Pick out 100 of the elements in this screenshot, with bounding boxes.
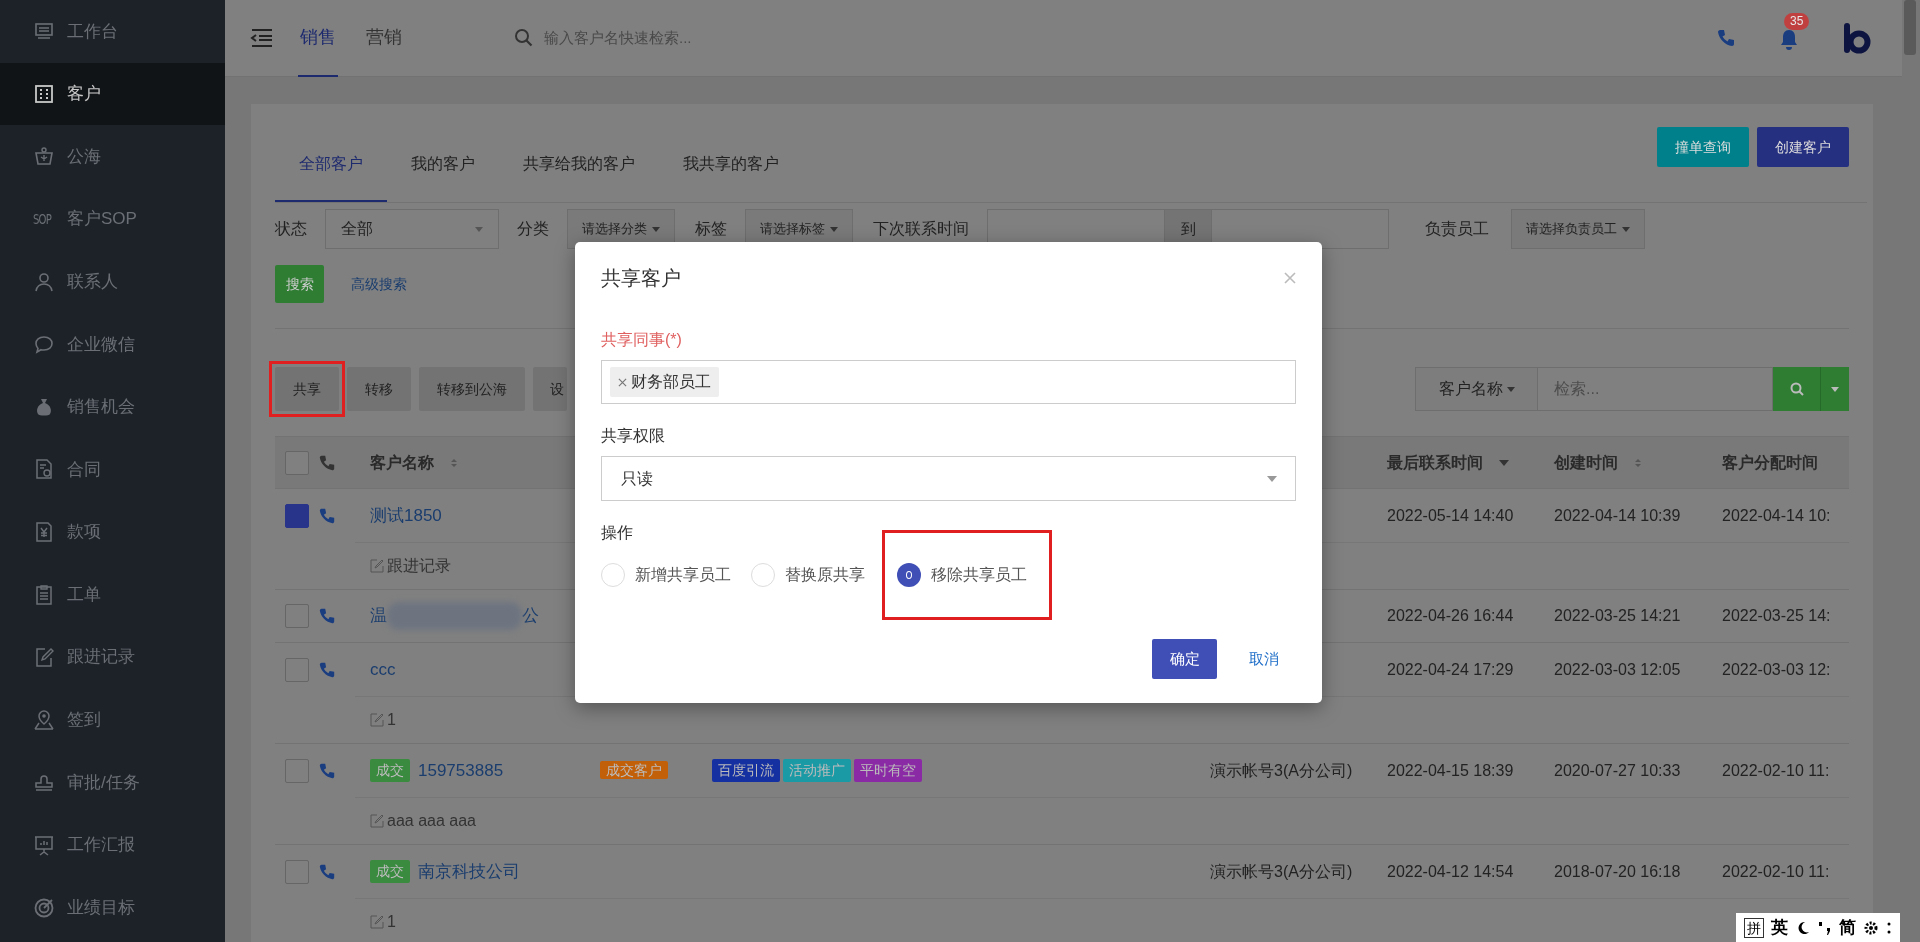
basket-icon	[33, 145, 55, 168]
confirm-button[interactable]: 确定	[1152, 639, 1217, 679]
customer-link[interactable]: ccc	[370, 656, 396, 683]
customer-tab[interactable]: 我共享的客户	[659, 127, 803, 202]
checkbox[interactable]	[285, 503, 309, 528]
label-tag: 平时有空	[854, 759, 922, 782]
nav-tab[interactable]: 销售	[298, 0, 338, 77]
settings-icon[interactable]	[1863, 919, 1879, 936]
filter-dropdown[interactable]: 请选择负责员工	[1511, 209, 1645, 249]
sidebar-item[interactable]: 企业微信	[0, 312, 225, 376]
sidebar-item[interactable]: 合同	[0, 438, 225, 501]
customer-link[interactable]: 测试1850	[370, 502, 442, 529]
search-icon	[514, 28, 534, 48]
checkbox[interactable]	[285, 758, 309, 783]
sidebar-item[interactable]: SOP 客户SOP	[0, 187, 225, 251]
checkbox[interactable]	[285, 604, 309, 628]
sidebar-item[interactable]: 跟进记录	[0, 625, 225, 689]
status-select[interactable]: 全部	[325, 209, 499, 249]
field-dropdown[interactable]: 客户名称	[1415, 367, 1538, 411]
nav-tab[interactable]: 营销	[364, 0, 404, 77]
phone-icon[interactable]	[318, 607, 336, 625]
customer-link[interactable]: 南京科技公司	[418, 858, 520, 885]
filter-label: 状态	[275, 219, 307, 239]
customer-link[interactable]: 公	[522, 603, 539, 629]
scrollbar-thumb[interactable]	[1904, 0, 1916, 55]
chat-bubble-icon	[33, 333, 55, 356]
follow-up-note[interactable]: 1	[387, 910, 396, 934]
filter-label: 标签	[695, 219, 727, 239]
sidebar-item[interactable]: 工作汇报	[0, 813, 225, 877]
menu-icon[interactable]	[250, 28, 274, 48]
clipboard-icon	[33, 583, 55, 606]
checkbox[interactable]	[285, 450, 309, 475]
checkbox[interactable]	[285, 657, 309, 682]
radio-button[interactable]	[897, 563, 921, 587]
customer-link[interactable]: 温	[370, 603, 387, 629]
caret-icon	[830, 226, 838, 232]
caret-icon	[475, 226, 483, 232]
phone-icon[interactable]	[318, 862, 336, 881]
action-button[interactable]: 设	[533, 367, 567, 411]
sidebar-item[interactable]: 客户	[0, 62, 225, 126]
search-button[interactable]: 搜索	[275, 265, 324, 303]
sidebar-item[interactable]: 工单	[0, 563, 225, 626]
customer-link[interactable]: 159753885	[418, 757, 504, 784]
permission-select[interactable]: 只读	[601, 456, 1296, 501]
sidebar-item[interactable]: 审批/任务	[0, 751, 225, 814]
close-icon[interactable]	[1284, 272, 1296, 284]
phone-icon[interactable]	[318, 660, 336, 679]
sort-icon[interactable]	[450, 457, 458, 468]
phone-icon[interactable]	[1716, 28, 1736, 48]
customer-tab[interactable]: 全部客户	[275, 127, 387, 202]
create-button[interactable]: 创建客户	[1757, 127, 1849, 167]
filter-label: 负责员工	[1425, 219, 1489, 239]
follow-up-note[interactable]: aaa aaa aaa	[387, 809, 476, 833]
action-button[interactable]: 转移到公海	[419, 367, 525, 411]
column-header[interactable]: 客户分配时间	[1722, 450, 1818, 475]
field-label: 共享权限	[601, 426, 666, 446]
edit-icon	[370, 559, 384, 573]
sidebar-item[interactable]: 销售机会	[0, 375, 225, 439]
sidebar-item[interactable]: 公海	[0, 125, 225, 188]
column-header[interactable]: 创建时间	[1554, 450, 1618, 475]
follow-up-note[interactable]: 跟进记录	[387, 554, 451, 578]
column-header[interactable]: 客户名称	[370, 450, 434, 475]
sidebar-item[interactable]: 款项	[0, 500, 225, 564]
phone-icon[interactable]	[318, 506, 336, 525]
sidebar-item[interactable]: 联系人	[0, 250, 225, 313]
sidebar-item[interactable]: 工作台	[0, 0, 225, 63]
colleague-field[interactable]: 财务部员工	[601, 360, 1296, 404]
sidebar-item[interactable]: 业绩目标	[0, 876, 225, 939]
script-toggle[interactable]: 简	[1839, 914, 1856, 941]
table-cell: 2022-04-12 14:54	[1387, 862, 1514, 880]
sort-descending-icon[interactable]	[1499, 459, 1509, 466]
date-field[interactable]	[1211, 209, 1389, 249]
phone-icon[interactable]	[318, 761, 336, 780]
customer-tab[interactable]: 我的客户	[387, 127, 499, 202]
dropdown-toggle[interactable]	[1820, 367, 1849, 411]
bell-icon[interactable]	[1778, 27, 1800, 50]
sort-icon[interactable]	[1634, 457, 1642, 468]
language-toggle[interactable]: 英	[1771, 914, 1788, 941]
table-cell: 2022-04-14 10:	[1722, 506, 1831, 524]
advanced-search-link[interactable]: 高级搜索	[351, 273, 407, 295]
customer-tab[interactable]: 共享给我的客户	[499, 127, 659, 202]
cancel-button[interactable]: 取消	[1231, 639, 1296, 679]
sidebar-item[interactable]: 签到	[0, 688, 225, 752]
follow-up-note[interactable]: 1	[387, 708, 396, 732]
input-mode[interactable]: 拼	[1744, 917, 1764, 938]
search-button[interactable]	[1773, 367, 1820, 411]
query-button[interactable]: 撞单查询	[1657, 127, 1749, 167]
column-header[interactable]: 最后联系时间	[1387, 450, 1483, 475]
radio-label[interactable]: 新增共享员工	[635, 563, 731, 587]
action-button[interactable]: 共享	[275, 367, 339, 411]
radio-label[interactable]: 移除共享员工	[931, 563, 1027, 587]
table-cell: 2022-03-25 14:21	[1554, 607, 1681, 624]
remove-icon[interactable]	[618, 377, 627, 387]
logo-icon	[1844, 23, 1871, 54]
checkbox[interactable]	[285, 859, 309, 884]
radio-label[interactable]: 替换原共享	[785, 563, 865, 587]
label-tag: 百度引流	[712, 759, 780, 782]
more-icon[interactable]	[1886, 920, 1892, 935]
action-button[interactable]: 转移	[347, 367, 411, 411]
punctuation-icon[interactable]	[1818, 919, 1832, 936]
